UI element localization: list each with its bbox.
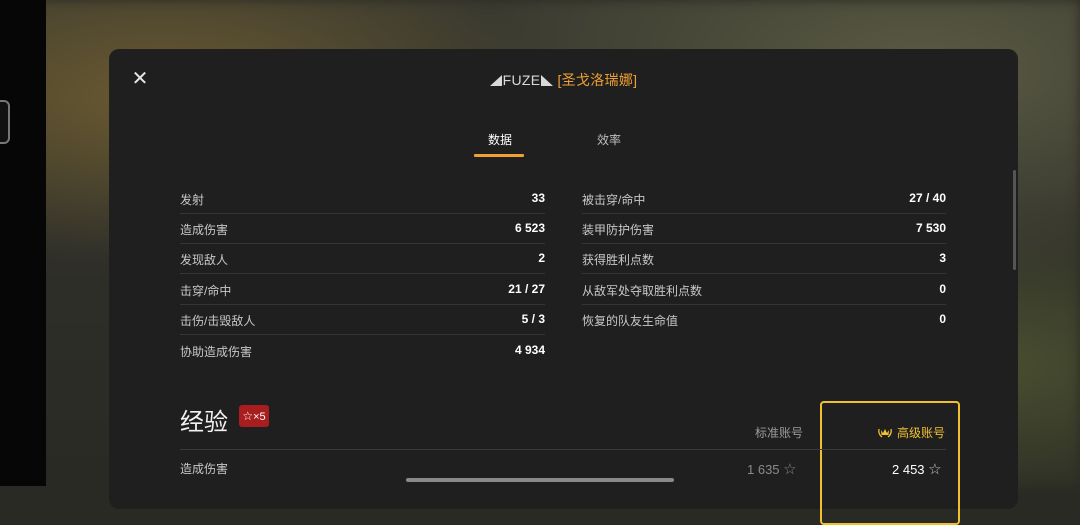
battle-stats-dialog: ✕ FUZE [圣戈洛瑞娜] 数据 效率 发射 33 造成伤害 6 523 发现敌… <box>109 49 1018 525</box>
active-tab-indicator <box>474 154 524 157</box>
stat-row: 击伤/击毁敌人 5 / 3 <box>180 304 545 335</box>
tab-data[interactable]: 数据 <box>488 131 512 148</box>
stat-label: 装甲防护伤害 <box>582 223 655 237</box>
stat-value: 6 523 <box>514 221 545 235</box>
stat-label: 击穿/命中 <box>180 284 232 298</box>
xp-standard-number: 1 635 <box>747 462 780 477</box>
stat-label: 被击穿/命中 <box>582 193 646 207</box>
side-handle[interactable] <box>0 100 10 144</box>
stat-value: 5 / 3 <box>521 312 545 326</box>
stat-value: 0 <box>939 282 946 296</box>
stat-label: 恢复的队友生命值 <box>582 314 679 328</box>
stat-row: 击穿/命中 21 / 27 <box>180 274 545 305</box>
xp-premium-value: 2 453 ☆ <box>892 460 942 478</box>
xp-standard-value: 1 635 ☆ <box>747 460 797 478</box>
stat-row: 获得胜利点数 3 <box>582 243 946 274</box>
xp-row-label: 造成伤害 <box>180 462 229 476</box>
wing-left-icon <box>489 75 502 86</box>
standard-account-header: 标准账号 <box>755 426 804 440</box>
home-indicator[interactable] <box>406 478 674 482</box>
crown-laurel-icon <box>878 428 892 438</box>
stat-row: 造成伤害 6 523 <box>180 213 545 244</box>
tab-efficiency[interactable]: 效率 <box>597 131 621 148</box>
scrollbar[interactable] <box>1013 170 1016 270</box>
stat-value: 21 / 27 <box>508 282 545 296</box>
xp-multiplier-badge: ☆×5 <box>239 405 269 427</box>
premium-account-header: 高级账号 <box>877 424 945 441</box>
xp-premium-number: 2 453 <box>892 462 925 477</box>
divider <box>180 449 946 450</box>
player-name: FUZE <box>502 72 541 88</box>
premium-account-label: 高级账号 <box>897 426 946 440</box>
experience-title: 经验 <box>180 409 228 436</box>
stat-value: 3 <box>939 251 946 265</box>
wing-right-icon <box>541 75 554 86</box>
clan-tag: [圣戈洛瑞娜] <box>557 72 638 88</box>
tab-bar: 数据 效率 <box>109 131 1018 161</box>
stat-value: 0 <box>939 312 946 326</box>
stat-row: 发现敌人 2 <box>180 243 545 274</box>
stat-row: 装甲防护伤害 7 530 <box>582 213 946 244</box>
stat-row: 恢复的队友生命值 0 <box>582 304 946 334</box>
star-icon: ☆ <box>783 461 797 478</box>
stat-row: 从敌军处夺取胜利点数 0 <box>582 274 946 305</box>
stat-label: 发射 <box>180 193 205 207</box>
stat-value: 33 <box>531 191 545 205</box>
stat-label: 击伤/击毁敌人 <box>180 314 256 328</box>
xp-multiplier-text: ×5 <box>253 411 266 423</box>
stat-value: 2 <box>538 251 545 265</box>
stat-value: 7 530 <box>915 221 946 235</box>
stat-label: 从敌军处夺取胜利点数 <box>582 284 703 298</box>
stat-value: 4 934 <box>514 343 545 357</box>
stat-label: 造成伤害 <box>180 223 229 237</box>
stat-row: 被击穿/命中 27 / 40 <box>582 183 946 214</box>
star-icon: ☆ <box>928 461 942 478</box>
stat-label: 协助造成伤害 <box>180 345 253 359</box>
dialog-title: FUZE [圣戈洛瑞娜] <box>109 70 1018 90</box>
stat-label: 获得胜利点数 <box>582 253 655 267</box>
stat-row: 发射 33 <box>180 183 545 214</box>
stat-label: 发现敌人 <box>180 253 229 267</box>
device-bezel <box>0 0 46 486</box>
stat-row: 协助造成伤害 4 934 <box>180 335 545 365</box>
star-icon: ☆ <box>242 409 254 423</box>
stat-value: 27 / 40 <box>909 191 946 205</box>
